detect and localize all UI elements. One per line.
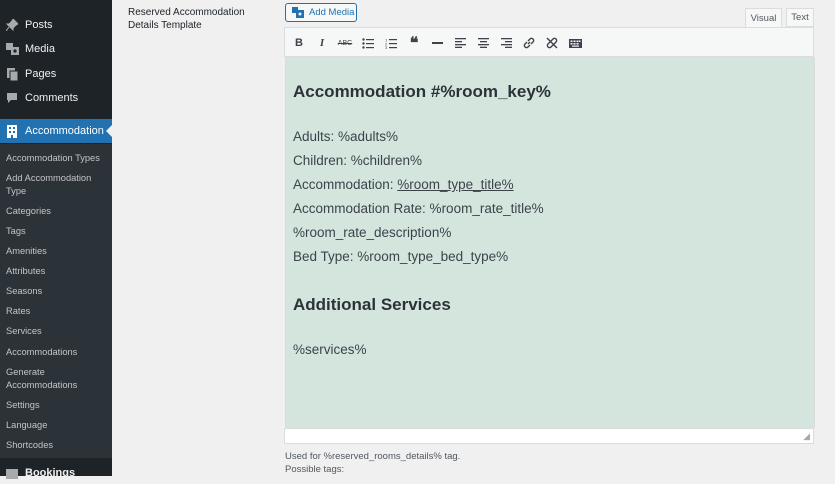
comment-icon (5, 91, 19, 105)
submenu-item[interactable]: Language (6, 419, 110, 432)
line-accommodation: Accommodation: %room_type_title% (293, 177, 514, 192)
media-icon (292, 7, 304, 18)
field-label: Reserved Accommodation Details Template (128, 7, 245, 31)
sidebar-item-bookings[interactable]: Bookings (0, 462, 112, 484)
media-icon (5, 42, 19, 56)
editor-toolbar: B I ABC 123 ❝ (284, 27, 814, 57)
submenu-item[interactable]: Shortcodes (6, 439, 110, 452)
sidebar-item-comments[interactable]: Comments (0, 87, 112, 109)
submenu-item[interactable]: Rates (6, 305, 110, 318)
sidebar-item-media[interactable]: Media (0, 38, 112, 60)
help-used-for: Used for %reserved_rooms_details% tag. (285, 451, 461, 462)
submenu-item[interactable]: Amenities (6, 245, 110, 258)
line-services: %services% (293, 342, 367, 357)
accommodation-submenu: Accommodation Types Add Accommodation Ty… (0, 144, 112, 458)
numbered-list-icon[interactable]: 123 (383, 35, 399, 51)
sidebar-item-posts[interactable]: Posts (0, 14, 112, 36)
pin-icon (5, 18, 19, 32)
sidebar-item-label: Bookings (25, 467, 76, 479)
submenu-item[interactable]: Tags (6, 225, 110, 238)
bold-icon[interactable]: B (291, 35, 307, 51)
accommodation-prefix: Accommodation: (293, 177, 398, 192)
submenu-item[interactable]: Services (6, 325, 110, 338)
align-center-icon[interactable] (475, 35, 491, 51)
submenu-item[interactable]: Categories (6, 205, 110, 218)
italic-icon[interactable]: I (314, 35, 330, 51)
blockquote-icon[interactable]: ❝ (406, 35, 422, 52)
link-icon[interactable] (521, 35, 537, 51)
tab-text[interactable]: Text (786, 8, 814, 27)
submenu-item[interactable]: Settings (6, 399, 110, 412)
svg-text:3: 3 (385, 45, 388, 49)
sidebar-item-label: Media (25, 43, 55, 55)
submenu-item[interactable]: Generate Accommodations (6, 366, 86, 391)
sidebar-item-label: Posts (25, 19, 53, 31)
add-media-label: Add Media (309, 7, 355, 18)
editor-statusbar: ◢ (284, 428, 814, 444)
sidebar-item-label: Pages (25, 68, 57, 80)
sidebar-item-label: Comments (25, 92, 79, 104)
resize-handle-icon[interactable]: ◢ (803, 431, 810, 442)
admin-sidebar: Posts Media Pages Comments Accommodation… (0, 0, 112, 479)
submenu-item[interactable]: Attributes (6, 265, 110, 278)
submenu-item[interactable]: Accommodation Types (6, 152, 110, 165)
submenu-item[interactable]: Add Accommodation Type (6, 172, 110, 197)
align-left-icon[interactable] (452, 35, 468, 51)
tab-visual[interactable]: Visual (745, 8, 782, 28)
align-right-icon[interactable] (498, 35, 514, 51)
help-possible-tags: Possible tags: (285, 464, 345, 475)
line-children: Children: %children% (293, 153, 423, 168)
line-adults: Adults: %adults% (293, 129, 399, 144)
room-type-title-link[interactable]: %room_type_title% (397, 177, 513, 192)
heading-accommodation: Accommodation #%room_key% (293, 82, 551, 101)
sidebar-item-accommodation[interactable]: Accommodation (0, 119, 112, 143)
horizontal-line-icon[interactable] (429, 35, 445, 51)
sidebar-item-label: Accommodation (25, 125, 104, 137)
bullet-list-icon[interactable] (360, 35, 376, 51)
add-media-button[interactable]: Add Media (285, 3, 357, 22)
submenu-item[interactable]: Seasons (6, 285, 110, 298)
submenu-item[interactable]: Accommodations (6, 346, 110, 359)
line-rate: Accommodation Rate: %room_rate_title% (293, 201, 544, 216)
sidebar-item-pages[interactable]: Pages (0, 63, 112, 85)
calendar-icon (5, 466, 19, 480)
line-rate-description: %room_rate_description% (293, 225, 452, 240)
editor-content[interactable]: Accommodation #%room_key% Adults: %adult… (285, 57, 815, 428)
strikethrough-icon[interactable]: ABC (337, 35, 353, 51)
line-bed-type: Bed Type: %room_type_bed_type% (293, 249, 509, 264)
building-icon (5, 124, 19, 138)
pages-icon (5, 67, 19, 81)
heading-additional-services: Additional Services (293, 295, 451, 314)
unlink-icon[interactable] (544, 35, 560, 51)
toolbar-toggle-icon[interactable] (567, 35, 583, 51)
